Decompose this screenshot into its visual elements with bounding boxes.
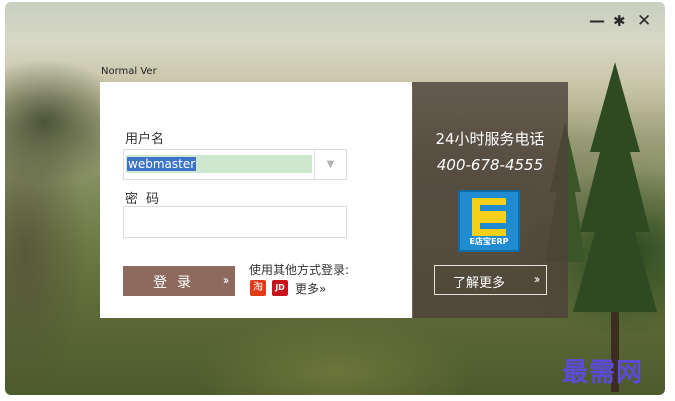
logo-e-icon xyxy=(472,198,506,236)
password-label: 密码 xyxy=(125,192,168,207)
login-button[interactable]: 登录 ›› xyxy=(123,266,235,296)
erp-logo: E店宝ERP xyxy=(458,190,520,252)
close-icon[interactable]: ✕ xyxy=(637,12,651,30)
learn-more-label: 了解更多 xyxy=(453,275,506,290)
other-login-methods-label: 使用其他方式登录: xyxy=(249,263,350,277)
username-label: 用户名 xyxy=(125,132,165,147)
username-value[interactable]: webmaster xyxy=(127,157,197,171)
login-button-label: 登录 xyxy=(153,274,201,290)
version-label: Normal Ver xyxy=(101,66,157,77)
learn-more-button[interactable]: 了解更多 ›› xyxy=(434,265,547,295)
login-card: 用户名 webmaster ▼ 密码 登录 ›› 使用其他方式登录: 淘 JD … xyxy=(100,82,413,318)
username-dropdown-icon[interactable]: ▼ xyxy=(314,150,346,179)
taobao-icon[interactable]: 淘 xyxy=(250,280,266,296)
jd-icon[interactable]: JD xyxy=(272,280,288,296)
watermark-text: 最需网 xyxy=(562,358,644,388)
username-field[interactable]: webmaster ▼ xyxy=(123,149,347,180)
username-value-highlight[interactable]: webmaster xyxy=(126,155,312,173)
password-field[interactable] xyxy=(123,206,347,238)
chevron-right-icon: ›› xyxy=(223,273,229,287)
logo-text: E店宝ERP xyxy=(469,237,509,246)
hotline-label: 24小时服务电话 xyxy=(435,130,545,148)
promo-panel: 24小时服务电话 400-678-4555 E店宝ERP 了解更多 ›› xyxy=(412,82,568,318)
settings-icon[interactable]: ✱ xyxy=(613,12,626,30)
phone-number: 400-678-4555 xyxy=(436,156,544,174)
more-login-link[interactable]: 更多» xyxy=(295,280,326,297)
chevron-right-icon: ›› xyxy=(534,272,540,286)
minimize-icon[interactable]: — xyxy=(589,12,605,30)
